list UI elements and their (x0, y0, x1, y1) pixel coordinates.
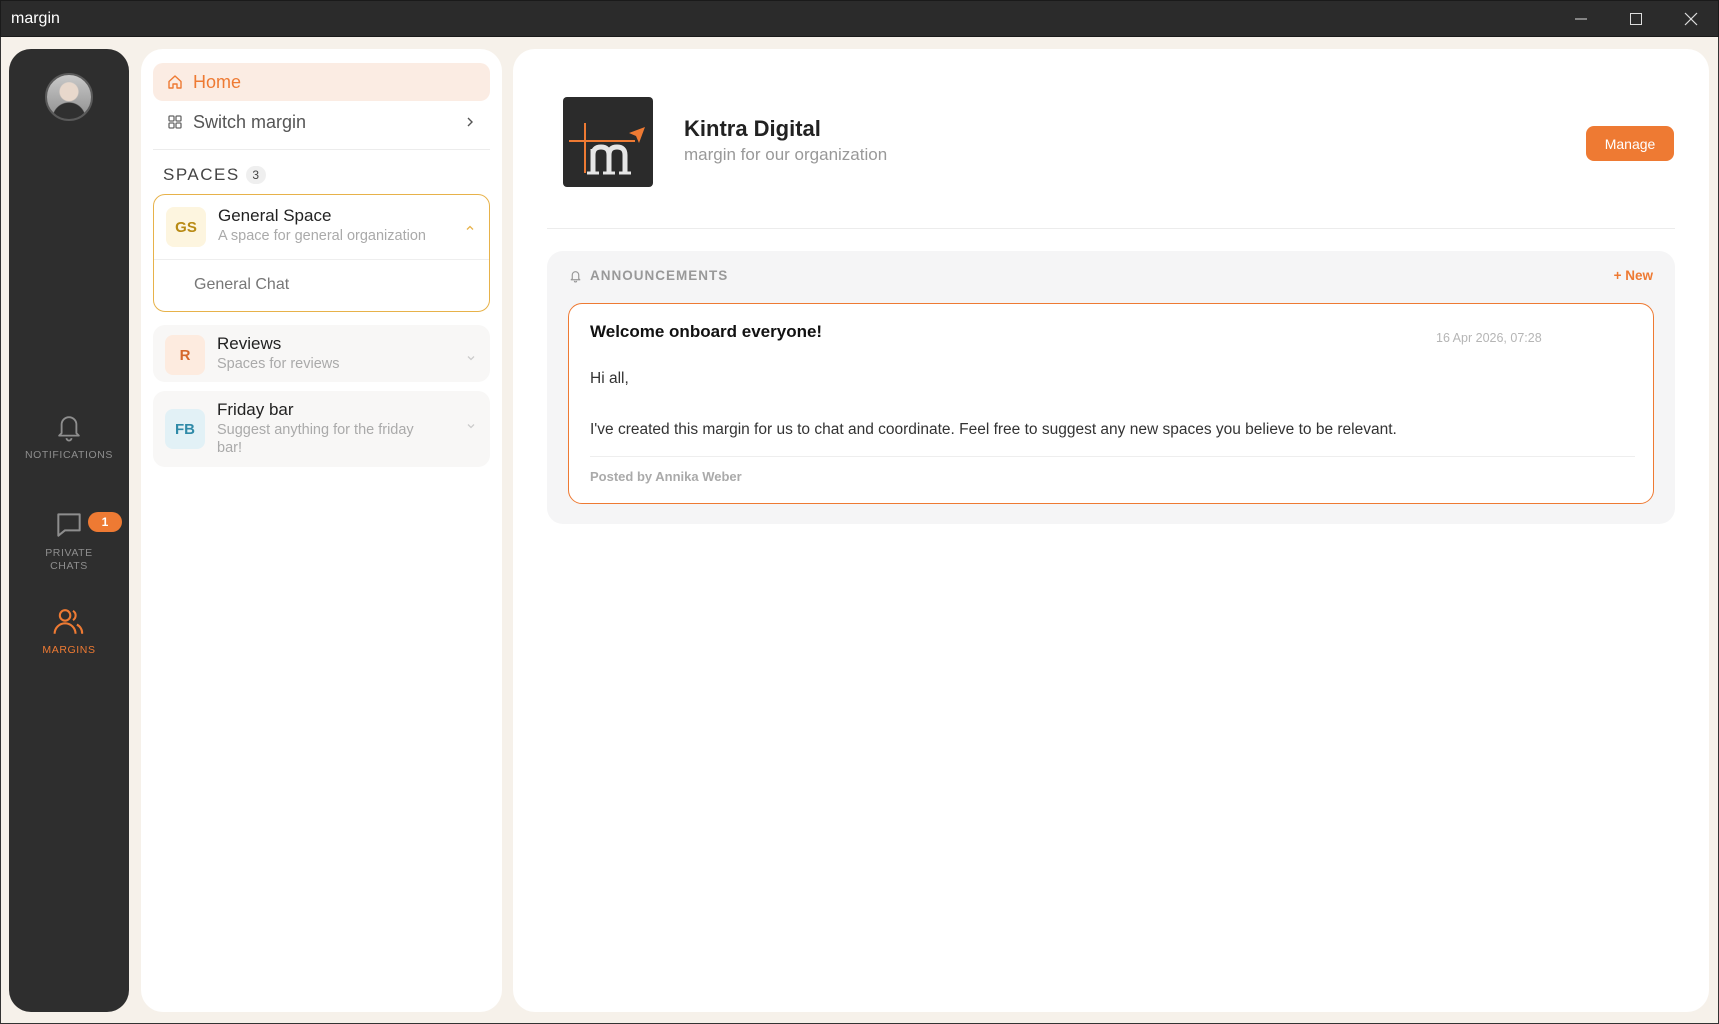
main-panel: Kintra Digital margin for our organizati… (513, 49, 1709, 1012)
space-description: Suggest anything for the friday bar! (217, 422, 414, 456)
chat-bubble-icon (57, 513, 81, 537)
space-card-general-space: GS General Space A space for general org… (153, 194, 490, 312)
minimize-button[interactable] (1553, 1, 1608, 36)
nav-switch-margin[interactable]: Switch margin (153, 103, 490, 141)
space-text: General Space A space for general organi… (218, 205, 448, 245)
rail-item-notifications[interactable]: NOTIFICATIONS (9, 411, 129, 461)
nav-switch-label: Switch margin (193, 111, 307, 132)
main-divider (547, 228, 1675, 229)
space-header-general-space[interactable]: GS General Space A space for general org… (154, 195, 489, 259)
space-text: Reviews Spaces for reviews (217, 333, 447, 373)
rail-label-margins: MARGINS (42, 644, 96, 656)
announcements-heading-label: ANNOUNCEMENTS (590, 268, 729, 283)
window-controls (1553, 1, 1718, 36)
space-header-reviews[interactable]: R Reviews Spaces for reviews (153, 325, 490, 385)
org-logo (563, 97, 653, 187)
space-name: Friday bar (217, 400, 294, 419)
rail-item-margins[interactable]: MARGINS (9, 606, 129, 656)
spaces-heading: SPACES 3 (163, 165, 266, 185)
app-frame: NOTIFICATIONS PRIVATE CHATS 1 MARGINS Ho (0, 37, 1719, 1024)
announcement-author: Posted by Annika Weber (590, 469, 742, 484)
announcements-heading: ANNOUNCEMENTS (569, 268, 728, 283)
chevron-right-icon (467, 117, 473, 127)
users-icon (53, 609, 84, 634)
spaces-sidebar: Home Switch margin SPACES 3 GS General S… (141, 49, 502, 1012)
space-avatar: R (165, 335, 205, 375)
window-title: margin (11, 9, 60, 27)
space-text: Friday bar Suggest anything for the frid… (217, 399, 437, 457)
home-icon (168, 75, 182, 89)
unread-badge: 1 (88, 512, 122, 532)
minimize-icon (1574, 18, 1587, 19)
rail-label-private-chats: PRIVATE CHATS (45, 547, 93, 572)
bell-icon (58, 416, 80, 442)
nav-home-label: Home (193, 71, 242, 92)
spaces-heading-label: SPACES (163, 165, 240, 184)
space-description: Spaces for reviews (217, 356, 340, 372)
grid-icon (168, 115, 182, 129)
org-description: margin for our organization (684, 145, 888, 164)
manage-button[interactable]: Manage (1586, 126, 1674, 161)
space-name: General Space (218, 206, 332, 225)
user-avatar[interactable] (45, 73, 93, 121)
sidebar-divider (153, 149, 490, 150)
space-header-friday-bar[interactable]: FB Friday bar Suggest anything for the f… (153, 391, 490, 467)
announcement-separator (590, 456, 1635, 457)
rail-label-notifications: NOTIFICATIONS (24, 449, 114, 461)
close-icon (1684, 12, 1697, 25)
chevron-up-icon[interactable] (465, 223, 475, 233)
space-avatar: GS (166, 207, 206, 247)
maximize-icon (1629, 12, 1642, 25)
nav-rail: NOTIFICATIONS PRIVATE CHATS 1 MARGINS (9, 49, 129, 1012)
org-name: Kintra Digital (684, 116, 821, 141)
announcement-title: Welcome onboard everyone! (590, 322, 823, 341)
space-card-reviews[interactable]: R Reviews Spaces for reviews (153, 325, 490, 382)
announcement-body: I've created this margin for us to chat … (590, 421, 1397, 438)
maximize-button[interactable] (1608, 1, 1663, 36)
announcement-greeting: Hi all, (590, 370, 629, 387)
space-description: A space for general organization (218, 228, 426, 244)
chevron-down-icon[interactable] (466, 421, 476, 431)
new-announcement-button[interactable]: + New (1614, 268, 1653, 283)
space-avatar: FB (165, 409, 205, 449)
space-name: Reviews (217, 334, 282, 353)
nav-home[interactable]: Home (153, 63, 490, 101)
window-titlebar: margin (0, 0, 1719, 37)
announcement-card[interactable]: Welcome onboard everyone! 16 Apr 2026, 0… (568, 303, 1654, 504)
chevron-down-icon[interactable] (466, 353, 476, 363)
spaces-count-badge: 3 (245, 166, 266, 184)
space-card-friday-bar[interactable]: FB Friday bar Suggest anything for the f… (153, 391, 490, 467)
margin-logo-icon (569, 123, 645, 175)
announcements-panel: ANNOUNCEMENTS + New Welcome onboard ever… (547, 251, 1675, 524)
announcement-date: 16 Apr 2026, 07:28 (1436, 331, 1542, 345)
channel-item-general-chat[interactable]: General Chat (154, 260, 489, 312)
bell-icon (570, 270, 581, 283)
close-button[interactable] (1663, 1, 1718, 36)
